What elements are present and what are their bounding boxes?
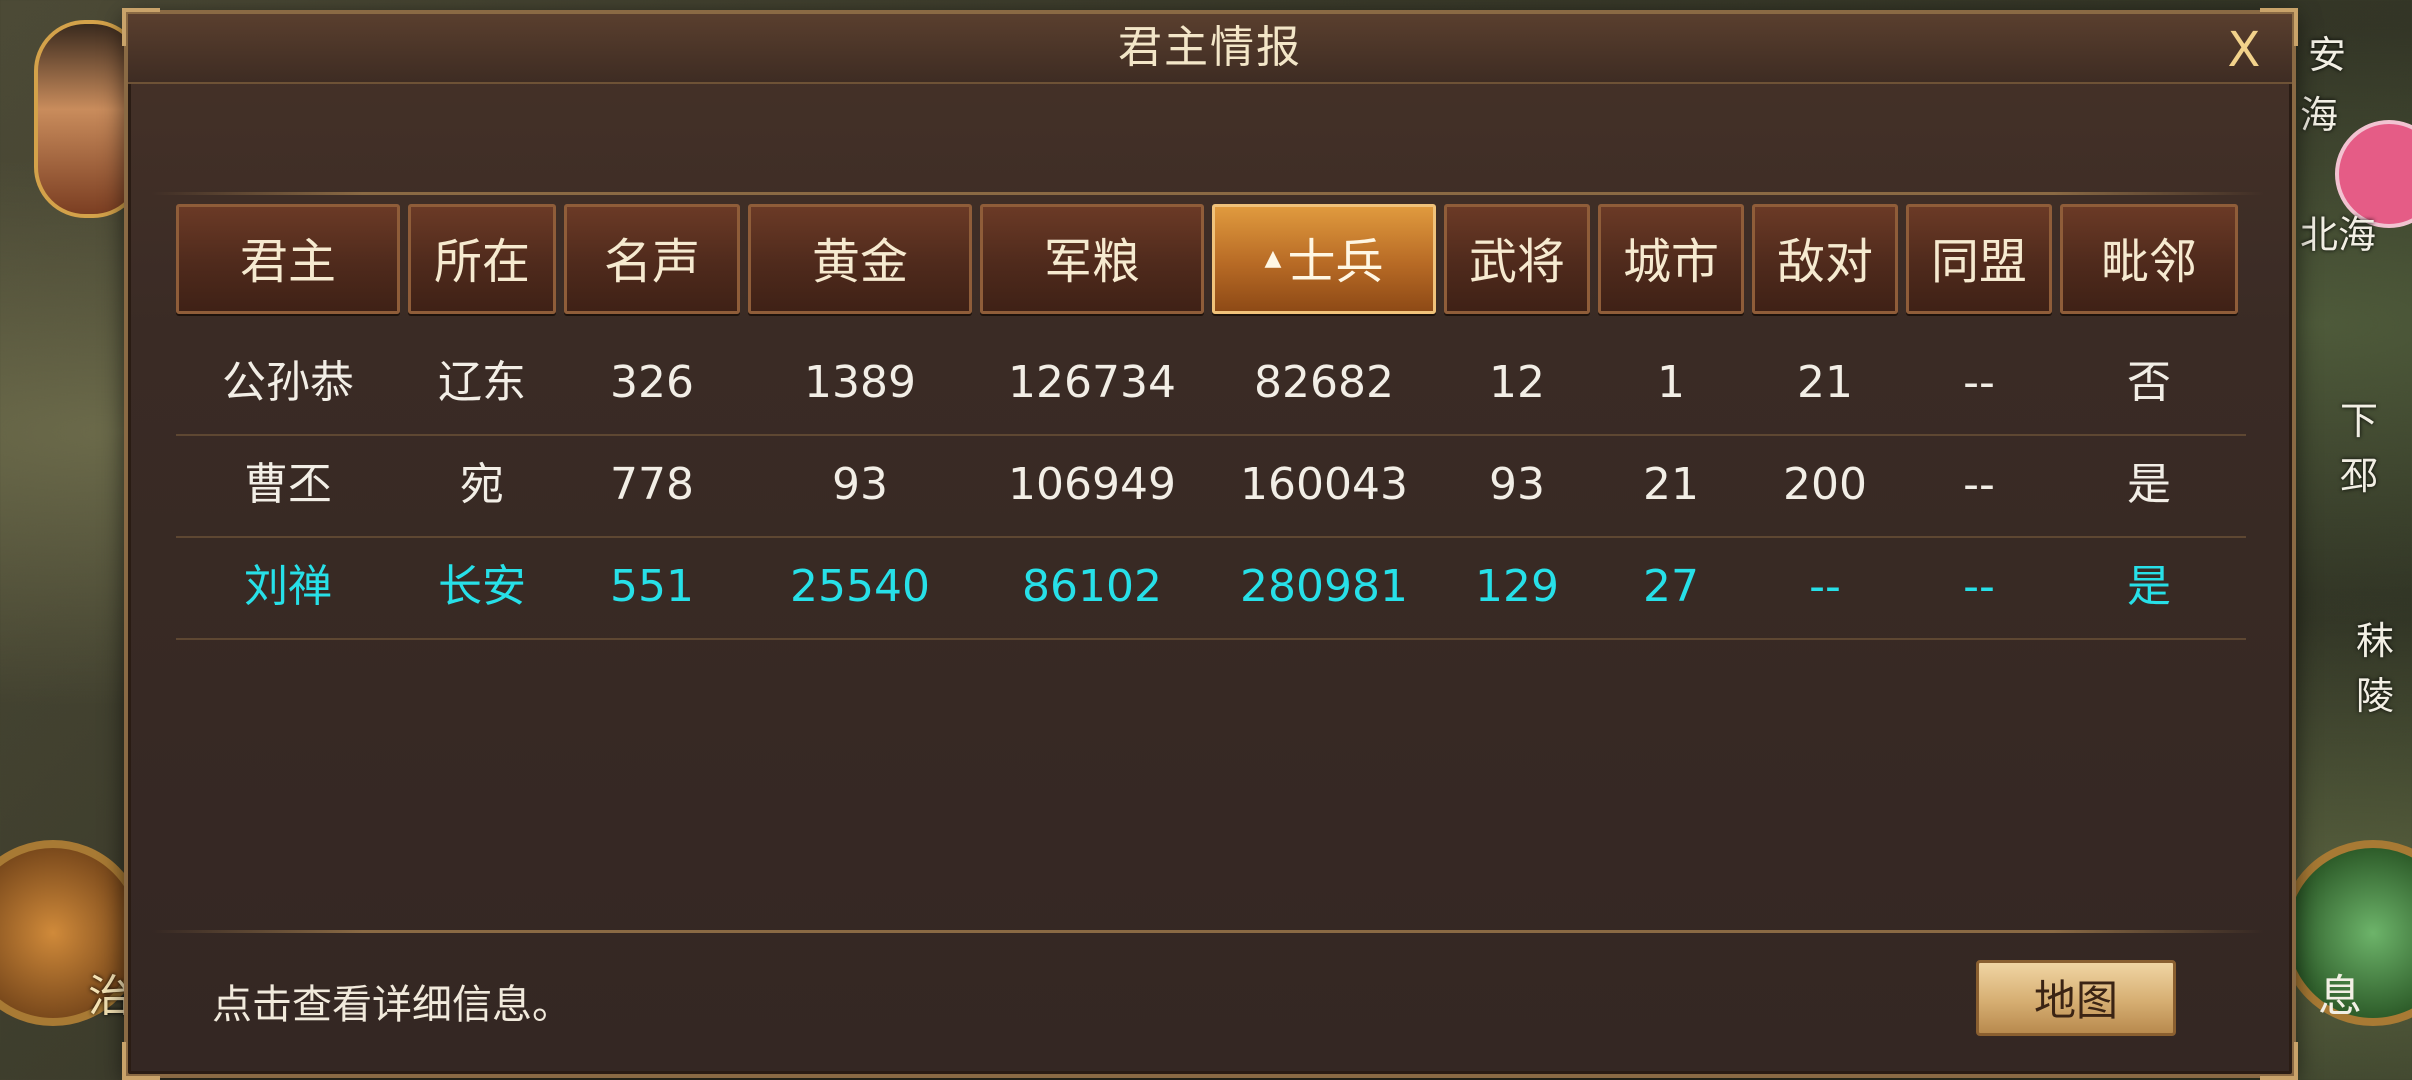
- cell-lord: 刘禅: [244, 561, 332, 612]
- cell-alliance: --: [1963, 459, 1995, 510]
- cell-alliance: --: [1963, 561, 1995, 612]
- cell-adjacent: 否: [2127, 357, 2171, 408]
- close-button[interactable]: X: [2216, 22, 2272, 78]
- cell-food: 86102: [1022, 561, 1162, 612]
- cell-cities: 27: [1643, 561, 1699, 612]
- map-label: 安: [2308, 33, 2347, 77]
- column-header-generals[interactable]: 武将: [1444, 204, 1590, 314]
- column-header-adjacent[interactable]: 毗邻: [2060, 204, 2238, 314]
- corner-ornament: [2260, 1042, 2298, 1080]
- column-header-cities[interactable]: 城市: [1598, 204, 1744, 314]
- cell-generals: 93: [1489, 459, 1545, 510]
- divider: [152, 930, 2264, 933]
- cell-location: 长安: [438, 561, 526, 612]
- column-header-fame[interactable]: 名声: [564, 204, 740, 314]
- cell-fame: 778: [610, 459, 694, 510]
- cell-alliance: --: [1963, 357, 1995, 408]
- column-header-hostile[interactable]: 敌对: [1752, 204, 1898, 314]
- cell-soldiers: 82682: [1254, 357, 1394, 408]
- cell-hostile: 200: [1783, 459, 1867, 510]
- column-header-alliance[interactable]: 同盟: [1906, 204, 2052, 314]
- table-row-player[interactable]: 刘禅 长安 551 25540 86102 280981 129 27 -- -…: [176, 536, 2246, 640]
- column-header-food[interactable]: 军粮: [980, 204, 1204, 314]
- dialog-title: 君主情报: [1118, 22, 1302, 73]
- map-label: 海: [2300, 93, 2339, 137]
- column-header-location[interactable]: 所在: [408, 204, 556, 314]
- cell-lord: 曹丕: [244, 459, 332, 510]
- cell-hostile: 21: [1797, 357, 1853, 408]
- map-label: 秣陵: [2356, 619, 2395, 718]
- cell-soldiers: 160043: [1240, 459, 1408, 510]
- cell-fame: 551: [610, 561, 694, 612]
- column-header-lord[interactable]: 君主: [176, 204, 400, 314]
- cell-gold: 25540: [790, 561, 930, 612]
- column-header-soldiers-label: 士兵: [1287, 234, 1384, 290]
- map-label: 下邳: [2340, 399, 2379, 498]
- map-button[interactable]: 地图: [1976, 960, 2176, 1036]
- cell-adjacent: 是: [2127, 561, 2171, 612]
- map-label: 北海: [2300, 213, 2377, 257]
- cell-location: 辽东: [438, 357, 526, 408]
- cell-lord: 公孙恭: [222, 357, 354, 408]
- divider: [152, 192, 2264, 195]
- cell-adjacent: 是: [2127, 459, 2171, 510]
- column-header-gold[interactable]: 黄金: [748, 204, 972, 314]
- hint-text: 点击查看详细信息。: [212, 982, 572, 1028]
- cell-food: 106949: [1008, 459, 1176, 510]
- right-round-button-label: 息: [2318, 971, 2362, 1022]
- cell-gold: 1389: [804, 357, 916, 408]
- cell-gold: 93: [832, 459, 888, 510]
- table-row[interactable]: 公孙恭 辽东 326 1389 126734 82682 12 1 21 -- …: [176, 332, 2246, 436]
- cell-hostile: --: [1809, 561, 1841, 612]
- cell-cities: 21: [1643, 459, 1699, 510]
- cell-location: 宛: [460, 459, 504, 510]
- map-city-labels: 安 海 北海 下邳 秣陵: [2300, 20, 2412, 718]
- cell-food: 126734: [1008, 357, 1176, 408]
- cell-cities: 1: [1657, 357, 1685, 408]
- cell-generals: 129: [1475, 561, 1559, 612]
- cell-generals: 12: [1489, 357, 1545, 408]
- sort-ascending-icon: ▲: [1264, 246, 1282, 271]
- lord-info-dialog: 君主情报 X 君主 所在 名声 黄金 军粮 ▲ 士兵 武将 城市 敌对 同盟 毗邻…: [122, 8, 2298, 1080]
- cell-fame: 326: [610, 357, 694, 408]
- table-row[interactable]: 曹丕 宛 778 93 106949 160043 93 21 200 -- 是: [176, 434, 2246, 538]
- column-header-soldiers[interactable]: ▲ 士兵: [1212, 204, 1436, 314]
- cell-soldiers: 280981: [1240, 561, 1408, 612]
- corner-ornament: [122, 1042, 160, 1080]
